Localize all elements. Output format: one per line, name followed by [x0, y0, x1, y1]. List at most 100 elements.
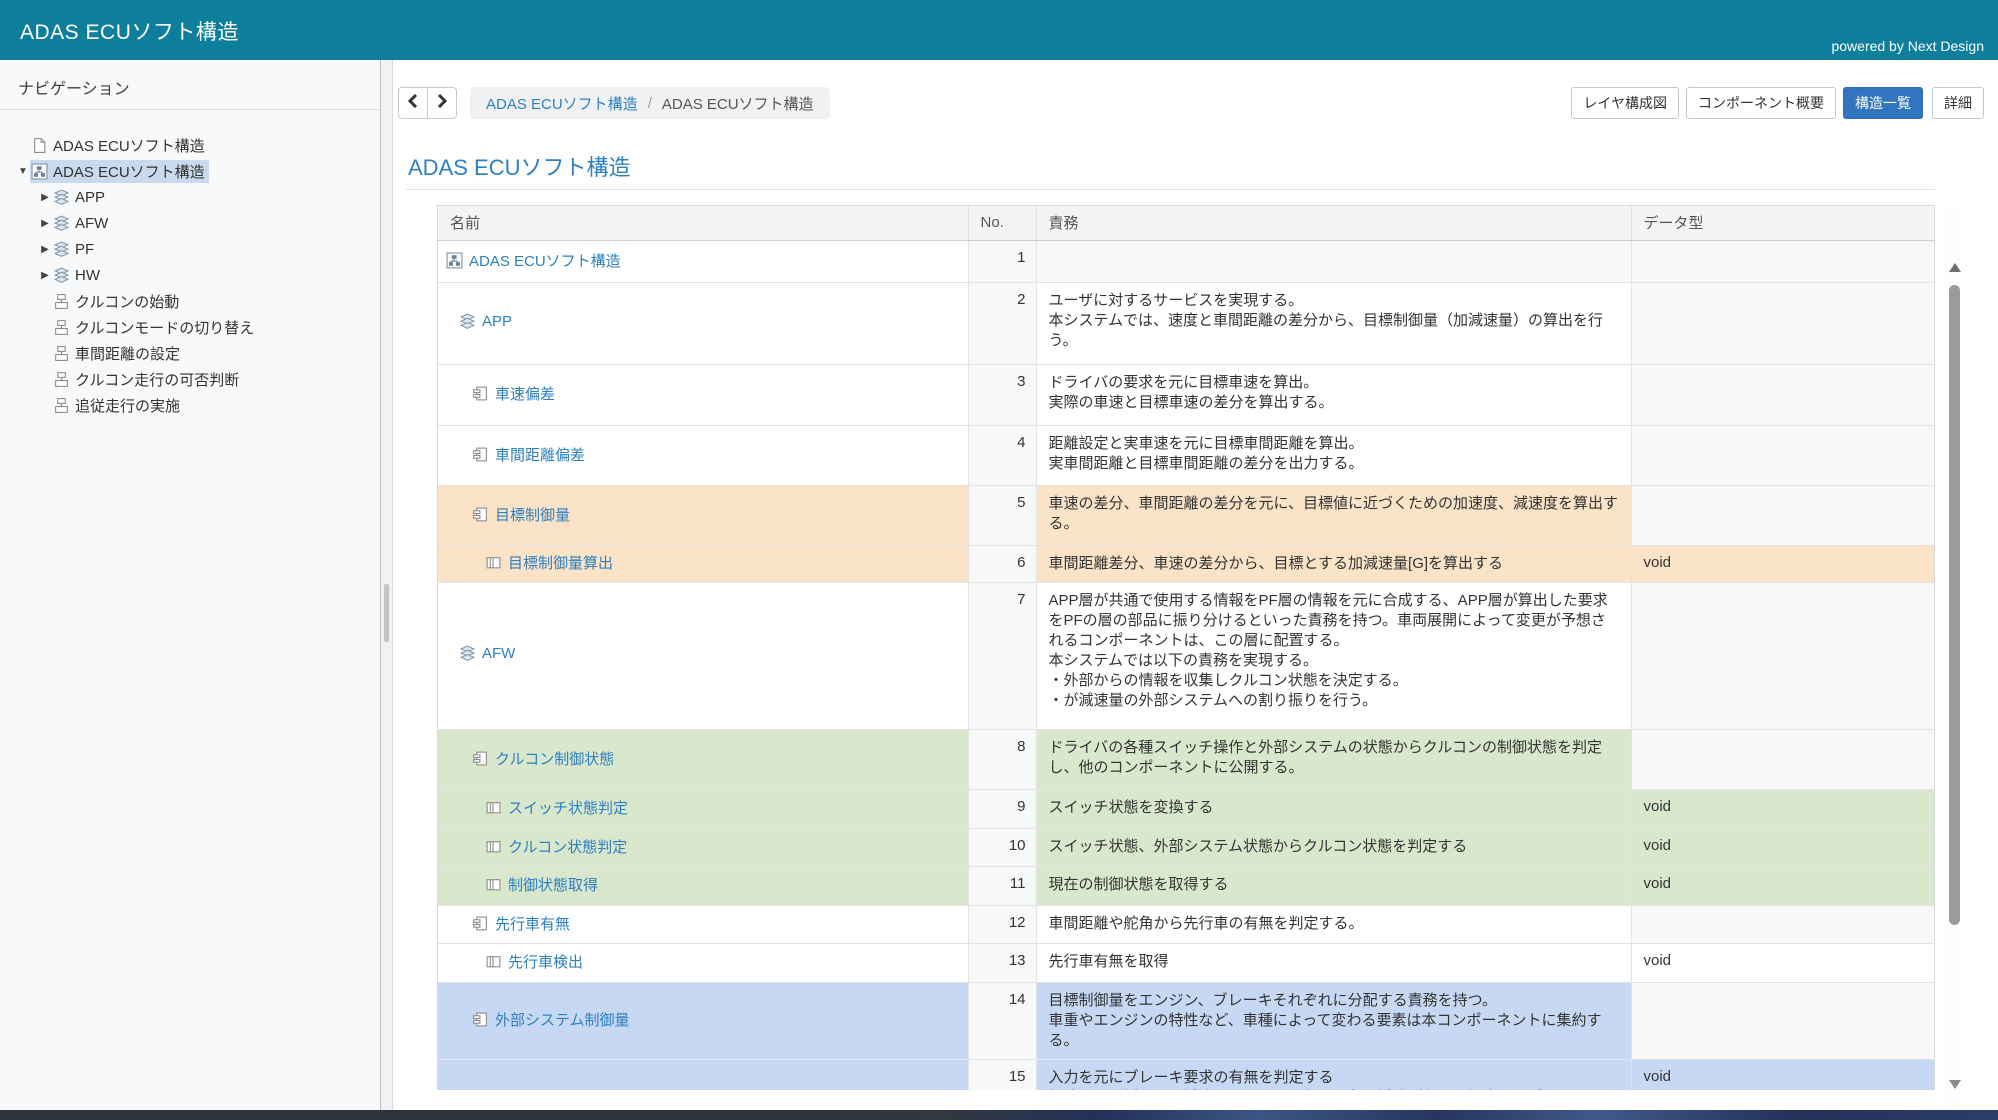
duty-cell: 先行車有無を取得 [1036, 943, 1631, 982]
scrollbar-thumb[interactable] [1949, 285, 1960, 925]
scrollbar-up-arrow[interactable] [1949, 263, 1961, 272]
tree-expander-icon[interactable]: ▶ [38, 244, 52, 255]
sidebar-item[interactable]: クルコン走行の可否判断 [0, 366, 380, 392]
sidebar-item[interactable]: ADAS ECUソフト構造 [0, 132, 380, 158]
datatype-cell: void [1631, 866, 1934, 905]
element-name-link[interactable]: 車速偏差 [472, 383, 555, 404]
element-name-link[interactable]: クルコン制御状態 [472, 748, 614, 769]
breadcrumb-current: ADAS ECUソフト構造 [662, 93, 814, 114]
component-icon [472, 915, 489, 932]
layer-icon [53, 267, 71, 284]
diagram-icon [31, 163, 49, 180]
element-name-link[interactable]: クルコン状態判定 [485, 836, 627, 857]
splitter-grip[interactable] [384, 584, 389, 642]
duty-cell: 車速の差分、車間距離の差分を元に、目標値に近づくための加速度、減速度を算出する。 [1036, 485, 1631, 545]
operation-icon [485, 953, 502, 970]
row-number-cell: 13 [968, 943, 1036, 982]
element-name-label: APP [482, 313, 512, 330]
duty-cell: 現在の制御状態を取得する [1036, 866, 1631, 905]
name-cell: 目標制御量算出 [438, 545, 968, 582]
breadcrumb-parent-link[interactable]: ADAS ECUソフト構造 [486, 93, 638, 114]
table-row: 外部システム制御量14目標制御量をエンジン、ブレーキそれぞれに分配する責務を持つ… [438, 982, 1934, 1059]
element-name-link[interactable]: APP [459, 313, 512, 330]
view-button-3[interactable]: 構造一覧 [1843, 87, 1923, 119]
breadcrumb: ADAS ECUソフト構造 / ADAS ECUソフト構造 [470, 87, 830, 119]
duty-cell: APP層が共通で使用する情報をPF層の情報を元に合成する、APP層が算出した要求… [1036, 582, 1631, 729]
name-cell: 制御状態取得 [438, 866, 968, 905]
datatype-cell [1631, 240, 1934, 282]
sidebar-item[interactable]: クルコンモードの切り替え [0, 314, 380, 340]
scrollbar-down-arrow[interactable] [1949, 1080, 1961, 1089]
datatype-cell [1631, 582, 1934, 729]
datatype-cell [1631, 905, 1934, 943]
tree-expander-icon[interactable]: ▼ [16, 166, 30, 177]
sidebar-item-label: PF [75, 241, 94, 258]
sidebar-item-label: 車間距離の設定 [75, 343, 180, 364]
vertical-scrollbar[interactable] [1946, 205, 1963, 1102]
element-name-link[interactable]: 外部システム制御量 [472, 1009, 630, 1030]
datatype-cell [1631, 425, 1934, 485]
element-name-label: 目標制御量算出 [508, 552, 613, 573]
element-name-link[interactable]: 制御状態取得 [485, 874, 598, 895]
app-title: ADAS ECUソフト構造 [20, 16, 239, 46]
component-icon [472, 1011, 489, 1028]
name-cell: クルコン制御状態 [438, 729, 968, 789]
model-tree: ADAS ECUソフト構造▼ADAS ECUソフト構造▶APP▶AFW▶PF▶H… [0, 132, 380, 418]
tree-expander-icon[interactable]: ▶ [38, 218, 52, 229]
sidebar-item[interactable]: ▼ADAS ECUソフト構造 [0, 158, 380, 184]
view-button-1[interactable]: レイヤ構成図 [1571, 87, 1679, 119]
element-name-link[interactable]: 先行車検出 [485, 951, 583, 972]
component-icon [472, 506, 489, 523]
navigation-divider [0, 109, 380, 110]
title-rule [406, 189, 1935, 190]
sidebar-item[interactable]: ▶APP [0, 184, 380, 210]
element-name-link[interactable]: 目標制御量算出 [485, 552, 613, 573]
table-row: 車間距離偏差4距離設定と実車速を元に目標車間距離を算出。 実車間距離と目標車間距… [438, 425, 1934, 485]
datatype-cell: void [1631, 943, 1934, 982]
sidebar-item[interactable]: ▶AFW [0, 210, 380, 236]
back-button[interactable] [398, 87, 428, 119]
datatype-cell [1631, 982, 1934, 1059]
row-number-cell: 7 [968, 582, 1036, 729]
table-row: 制御状態取得11現在の制御状態を取得するvoid [438, 866, 1934, 905]
powered-by-label: powered by Next Design [1831, 38, 1984, 54]
sidebar-item[interactable]: ▶HW [0, 262, 380, 288]
table-row: スイッチ状態判定9スイッチ状態を変換するvoid [438, 789, 1934, 828]
tree-expander-icon[interactable]: ▶ [38, 192, 52, 203]
element-name-link[interactable]: 目標制御量 [472, 504, 570, 525]
sidebar-item[interactable]: 車間距離の設定 [0, 340, 380, 366]
tree-expander-icon[interactable]: ▶ [38, 270, 52, 281]
element-name-link[interactable]: 車間距離偏差 [472, 444, 585, 465]
element-name-link[interactable]: 先行車有無 [472, 913, 570, 934]
name-cell: 車間距離偏差 [438, 425, 968, 485]
name-cell: 車速偏差 [438, 364, 968, 425]
forward-icon [437, 94, 447, 113]
view-button-2[interactable]: コンポーネント概要 [1686, 87, 1836, 119]
duty-cell: 車間距離差分、車速の差分から、目標とする加減速量[G]を算出する [1036, 545, 1631, 582]
column-header: No. [968, 206, 1036, 240]
operation-icon [485, 799, 502, 816]
usecase-icon [53, 371, 71, 388]
row-number-cell: 14 [968, 982, 1036, 1059]
element-name-label: 外部システム制御量 [495, 1009, 630, 1030]
element-name-label: スイッチ状態判定 [508, 797, 628, 818]
element-name-link[interactable]: ADAS ECUソフト構造 [446, 250, 621, 271]
sidebar-item[interactable]: 追従走行の実施 [0, 392, 380, 418]
element-name-label: 先行車検出 [508, 951, 583, 972]
component-icon [472, 750, 489, 767]
sidebar-item[interactable]: ▶ PF [0, 236, 380, 262]
sidebar-item-label: クルコン走行の可否判断 [75, 369, 239, 390]
element-name-label: ADAS ECUソフト構造 [469, 250, 621, 271]
sidebar-item-label: 追従走行の実施 [75, 395, 180, 416]
element-name-link[interactable]: AFW [459, 645, 515, 662]
panel-splitter[interactable] [380, 60, 393, 1110]
row-number-cell: 10 [968, 828, 1036, 866]
view-button-4[interactable]: 詳細 [1932, 87, 1984, 119]
sidebar-item-label: クルコンモードの切り替え [75, 317, 254, 338]
usecase-icon [53, 293, 71, 310]
sidebar-item[interactable]: クルコンの始動 [0, 288, 380, 314]
element-name-link[interactable]: スイッチ状態判定 [485, 797, 628, 818]
forward-button[interactable] [427, 87, 457, 119]
operation-icon [485, 876, 502, 893]
duty-cell: スイッチ状態、外部システム状態からクルコン状態を判定する [1036, 828, 1631, 866]
